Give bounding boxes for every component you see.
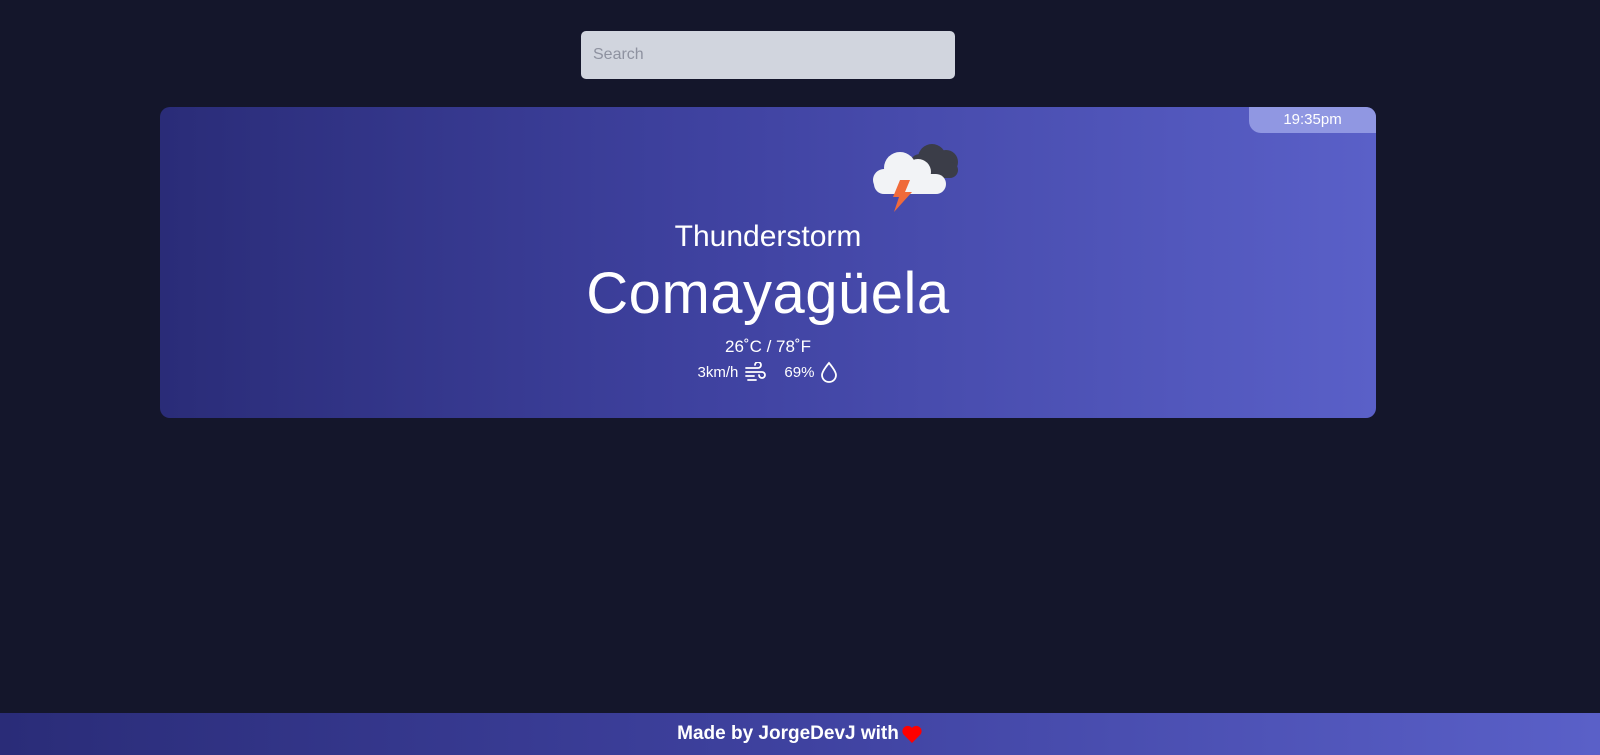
- wind-stat: 3km/h: [698, 362, 767, 382]
- thunderstorm-cloud-icon: [873, 144, 958, 212]
- weather-app: 19:35pm Thunderstorm Comayagüela 26˚C / …: [0, 0, 1600, 755]
- search-input[interactable]: [581, 31, 955, 79]
- wind-icon: [745, 362, 767, 381]
- weather-condition: Thunderstorm: [674, 220, 862, 253]
- footer: Made by JorgeDevJ with: [0, 713, 1600, 755]
- humidity-stat: 69%: [784, 361, 838, 383]
- time-badge: 19:35pm: [1249, 107, 1376, 133]
- weather-stats: 3km/h 69%: [160, 361, 1376, 383]
- city-name: Comayagüela: [586, 261, 950, 326]
- footer-text: Made by JorgeDevJ with: [677, 723, 899, 744]
- temperature-readout: 26˚C / 78˚F: [725, 337, 811, 356]
- search-bar: [581, 31, 955, 79]
- droplet-icon: [821, 361, 838, 383]
- weather-card: 19:35pm Thunderstorm Comayagüela 26˚C / …: [160, 107, 1376, 418]
- humidity-value: 69%: [784, 363, 815, 381]
- wind-speed: 3km/h: [697, 363, 739, 381]
- heart-icon: [902, 725, 922, 743]
